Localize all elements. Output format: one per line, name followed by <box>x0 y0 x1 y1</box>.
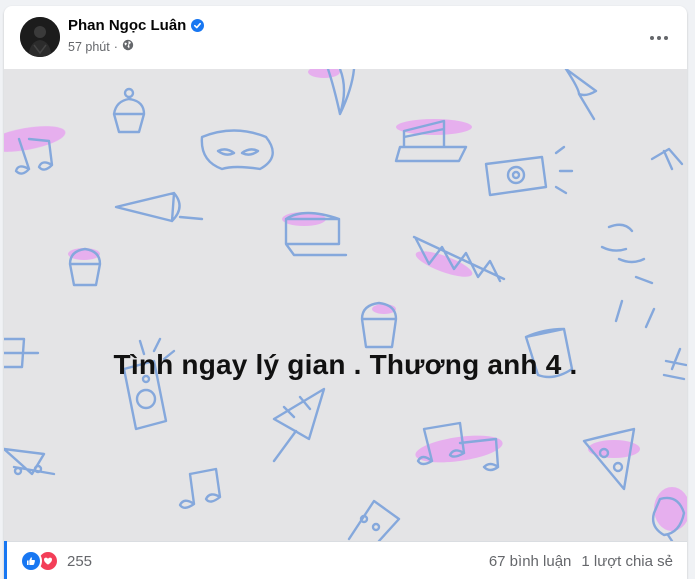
post-banner[interactable]: Tình ngay lý gian . Thương anh 4 . <box>4 69 687 541</box>
party-doodle-background <box>4 69 687 541</box>
engagement-stats: 67 bình luận 1 lượt chia sẻ <box>489 553 673 570</box>
avatar-image <box>20 17 60 57</box>
post-card: Phan Ngọc Luân 57 phút · Tình ngay lý gi… <box>4 6 687 579</box>
reactions-summary[interactable]: 255 <box>20 550 92 572</box>
post-header: Phan Ngọc Luân 57 phút · <box>4 6 687 69</box>
post-footer: 255 67 bình luận 1 lượt chia sẻ <box>4 541 687 579</box>
author-row: Phan Ngọc Luân <box>68 17 205 34</box>
globe-icon[interactable] <box>122 39 134 54</box>
like-icon <box>20 550 42 572</box>
banner-text: Tình ngay lý gian . Thương anh 4 . <box>113 349 578 380</box>
highlight-blobs <box>4 69 687 531</box>
reaction-count: 255 <box>67 552 93 570</box>
avatar[interactable] <box>20 17 60 57</box>
post-time[interactable]: 57 phút <box>68 40 110 54</box>
author-name[interactable]: Phan Ngọc Luân <box>68 17 186 34</box>
verified-badge-icon <box>191 19 205 32</box>
comment-count-link[interactable]: 67 bình luận <box>489 553 572 570</box>
post-meta: 57 phút · <box>68 39 134 54</box>
focus-indicator <box>4 541 7 579</box>
meta-separator: · <box>113 39 118 54</box>
doodle-icons <box>4 69 687 541</box>
more-options-icon[interactable] <box>643 22 675 54</box>
share-count-link[interactable]: 1 lượt chia sẻ <box>581 553 673 570</box>
